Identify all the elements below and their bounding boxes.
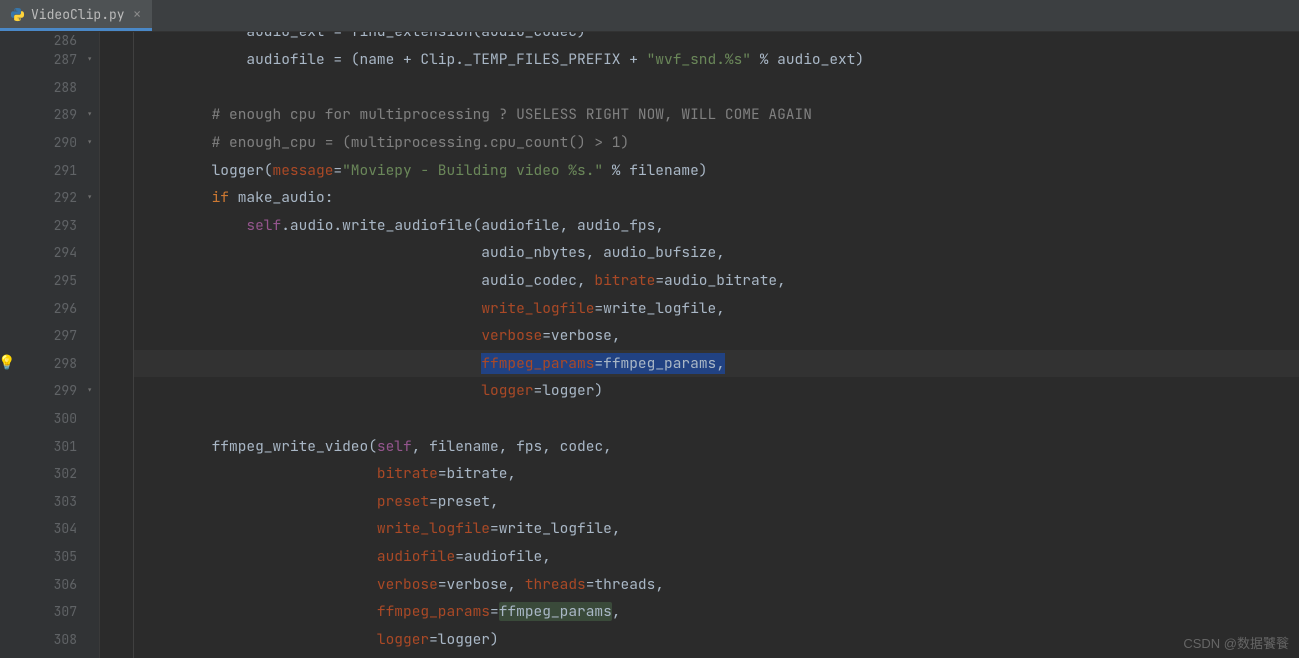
line-number: 308 bbox=[0, 625, 99, 653]
code-line[interactable]: ffmpeg_params=ffmpeg_params, bbox=[134, 350, 1299, 378]
line-number: 286 bbox=[0, 32, 99, 46]
code-line[interactable]: verbose=verbose, bbox=[134, 322, 1299, 350]
line-number: 289▾ bbox=[0, 101, 99, 129]
line-number: 304 bbox=[0, 515, 99, 543]
code-line[interactable]: write_logfile=write_logfile, bbox=[134, 515, 1299, 543]
watermark: CSDN @数据饕餮 bbox=[1183, 633, 1289, 652]
code-line[interactable]: ffmpeg_write_video(self, filename, fps, … bbox=[134, 432, 1299, 460]
code-line[interactable]: audiofile = (name + Clip._TEMP_FILES_PRE… bbox=[134, 46, 1299, 74]
code-line[interactable]: # enough_cpu = (multiprocessing.cpu_coun… bbox=[134, 129, 1299, 157]
code-line[interactable]: write_logfile=write_logfile, bbox=[134, 294, 1299, 322]
code-line[interactable]: audiofile=audiofile, bbox=[134, 543, 1299, 571]
python-file-icon bbox=[10, 7, 25, 22]
line-number: 293 bbox=[0, 212, 99, 240]
line-number: 299▾ bbox=[0, 377, 99, 405]
margin-strip bbox=[100, 32, 134, 658]
line-number: 296 bbox=[0, 294, 99, 322]
line-number: 305 bbox=[0, 543, 99, 571]
fold-icon[interactable]: ▾ bbox=[86, 108, 93, 122]
code-line[interactable]: # enough cpu for multiprocessing ? USELE… bbox=[134, 101, 1299, 129]
line-number: 291 bbox=[0, 156, 99, 184]
fold-icon[interactable]: ▾ bbox=[86, 384, 93, 398]
gutter: 286287▾288289▾290▾291292▾293294295296297… bbox=[0, 32, 100, 658]
line-number: 290▾ bbox=[0, 129, 99, 157]
line-number: 294 bbox=[0, 239, 99, 267]
code-line[interactable]: self.audio.write_audiofile(audiofile, au… bbox=[134, 212, 1299, 240]
fold-icon[interactable]: ▾ bbox=[86, 191, 93, 205]
code-line[interactable]: audio_codec, bitrate=audio_bitrate, bbox=[134, 267, 1299, 295]
line-number: 300 bbox=[0, 405, 99, 433]
fold-icon[interactable]: ▾ bbox=[86, 53, 93, 67]
tab-videoclip[interactable]: VideoClip.py × bbox=[0, 0, 152, 31]
close-icon[interactable]: × bbox=[131, 4, 144, 24]
code-line[interactable]: audio_ext = find_extension(audio_codec) bbox=[134, 32, 1299, 46]
line-number: 292▾ bbox=[0, 184, 99, 212]
code-area[interactable]: audio_ext = find_extension(audio_codec) … bbox=[134, 32, 1299, 658]
fold-icon[interactable]: ▾ bbox=[86, 136, 93, 150]
code-line[interactable]: if make_audio: bbox=[134, 184, 1299, 212]
tab-label: VideoClip.py bbox=[31, 6, 125, 23]
line-number: 297 bbox=[0, 322, 99, 350]
code-line[interactable]: bitrate=bitrate, bbox=[134, 460, 1299, 488]
code-line[interactable]: audio_nbytes, audio_bufsize, bbox=[134, 239, 1299, 267]
line-number: 287▾ bbox=[0, 46, 99, 74]
editor: 286287▾288289▾290▾291292▾293294295296297… bbox=[0, 32, 1299, 658]
line-number: 307 bbox=[0, 598, 99, 626]
code-line[interactable]: verbose=verbose, threads=threads, bbox=[134, 570, 1299, 598]
line-number: 306 bbox=[0, 570, 99, 598]
line-number: 295 bbox=[0, 267, 99, 295]
code-line[interactable]: logger=logger) bbox=[134, 625, 1299, 653]
code-line[interactable]: logger=logger) bbox=[134, 377, 1299, 405]
code-line[interactable]: logger(message="Moviepy - Building video… bbox=[134, 156, 1299, 184]
line-number: 288 bbox=[0, 74, 99, 102]
code-line[interactable]: ffmpeg_params=ffmpeg_params, bbox=[134, 598, 1299, 626]
line-number: 301 bbox=[0, 432, 99, 460]
code-line[interactable] bbox=[134, 405, 1299, 433]
line-number: 298💡 bbox=[0, 350, 99, 378]
code-line[interactable]: preset=preset, bbox=[134, 488, 1299, 516]
code-line[interactable] bbox=[134, 74, 1299, 102]
line-number: 302 bbox=[0, 460, 99, 488]
tab-bar: VideoClip.py × bbox=[0, 0, 1299, 32]
line-number: 303 bbox=[0, 488, 99, 516]
intention-bulb-icon[interactable]: 💡 bbox=[0, 354, 15, 372]
